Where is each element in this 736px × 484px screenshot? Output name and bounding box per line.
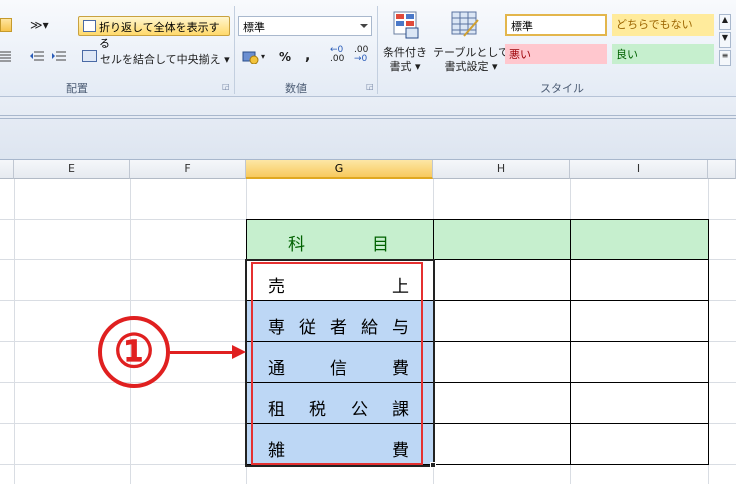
table-row-cell[interactable] [570,259,709,301]
fill-handle[interactable] [430,462,436,468]
wrap-text-label: 折り返して全体を表示する [99,21,220,50]
subject-header-char-1: 科 [288,235,305,255]
alignment-group-label: 配置 [66,82,88,95]
orientation-icon[interactable]: ≫▾ [30,18,49,32]
conditional-format-label-2: 書式 [389,60,412,73]
chevron-down-icon: ▾ [488,60,498,73]
increase-decimal-label: .00 [330,54,345,64]
increase-indent-icon[interactable] [52,50,66,62]
dialog-launcher-icon[interactable]: ◲ [366,82,374,91]
decrease-indent-icon[interactable] [30,50,44,62]
table-row-cell[interactable] [433,341,571,383]
merge-center-icon[interactable] [82,50,97,62]
dialog-launcher-icon[interactable]: ◲ [222,82,230,91]
column-header-i[interactable]: I [570,160,708,179]
conditional-format-label-1: 条件付き [383,46,427,59]
column-header-f[interactable]: F [130,160,246,179]
format-as-table-label-2: 書式設定 [444,60,489,73]
gridline [14,179,15,484]
merge-center-label: セルを結合して中央揃え [100,53,221,66]
styles-group-label: スタイル [540,82,584,95]
group-separator [234,6,235,94]
annotation-number: ① [98,316,170,388]
column-header-g[interactable]: G [246,160,433,179]
row-header-corner[interactable] [0,160,14,179]
style-normal[interactable]: 標準 [505,14,607,36]
style-scroll-down-icon[interactable]: ▼ [719,32,731,48]
number-format-select[interactable]: 標準 [238,16,372,36]
wrap-text-button[interactable]: 折り返して全体を表示する [78,16,230,50]
highlight-box [251,262,423,465]
comma-button[interactable]: , [305,48,310,64]
header-cell-h[interactable] [433,219,571,260]
currency-icon[interactable] [242,50,260,65]
table-row-cell[interactable] [433,382,571,424]
arrow-right-icon [232,345,246,359]
table-row-cell[interactable] [570,300,709,342]
table-row-cell[interactable] [570,423,709,465]
subject-header-char-2: 目 [372,235,389,255]
table-row-cell[interactable] [570,382,709,424]
style-more-icon[interactable]: ≡ [719,50,731,66]
align-justify-icon[interactable] [0,50,14,62]
style-neutral[interactable]: どちらでもない [612,14,714,36]
table-row-cell[interactable] [433,423,571,465]
style-bad[interactable]: 悪い [505,44,607,64]
align-left-icon[interactable] [0,18,12,32]
wrap-text-icon [83,20,96,32]
number-format-value: 標準 [243,21,265,34]
table-row-cell[interactable] [433,300,571,342]
format-as-table-icon[interactable] [450,10,480,40]
ribbon: ≫▾ 折り返して全体を表示する セルを結合して中央揃え ▾ 配置 ◲ 標準 ▾ … [0,0,736,97]
annotation-arrow [170,351,234,354]
formula-bar-area [0,97,736,160]
header-cell-i[interactable] [570,219,709,260]
conditional-format-button[interactable]: 条件付き 書式 ▾ [383,46,427,74]
chevron-down-icon: ▾ [220,53,230,66]
chevron-down-icon: ▾ [411,60,421,73]
table-row-cell[interactable] [570,341,709,383]
format-as-table-label-1: テーブルとして [433,46,510,59]
increase-decimal-button[interactable]: ←0.00 [330,46,344,64]
number-group-label: 数値 [285,82,307,95]
group-separator [377,6,378,94]
merge-center-button[interactable]: セルを結合して中央揃え ▾ [100,51,230,67]
style-good[interactable]: 良い [612,44,714,64]
table-row-cell[interactable] [433,259,571,301]
subject-header-text: 科 目 [248,221,432,259]
column-header-next[interactable] [708,160,736,179]
divider [0,115,736,116]
divider [0,118,736,119]
format-as-table-button[interactable]: テーブルとして 書式設定 ▾ [433,46,509,74]
arrow-right-icon: →0 [354,54,368,64]
column-header-h[interactable]: H [433,160,570,179]
chevron-down-icon [360,24,368,28]
decrease-decimal-button[interactable]: .00 →0 [354,46,368,64]
percent-button[interactable]: % [279,50,291,64]
column-header-e[interactable]: E [14,160,130,179]
conditional-format-icon[interactable] [392,10,422,40]
chevron-down-icon[interactable]: ▾ [261,52,265,61]
style-scroll-up-icon[interactable]: ▲ [719,14,731,30]
